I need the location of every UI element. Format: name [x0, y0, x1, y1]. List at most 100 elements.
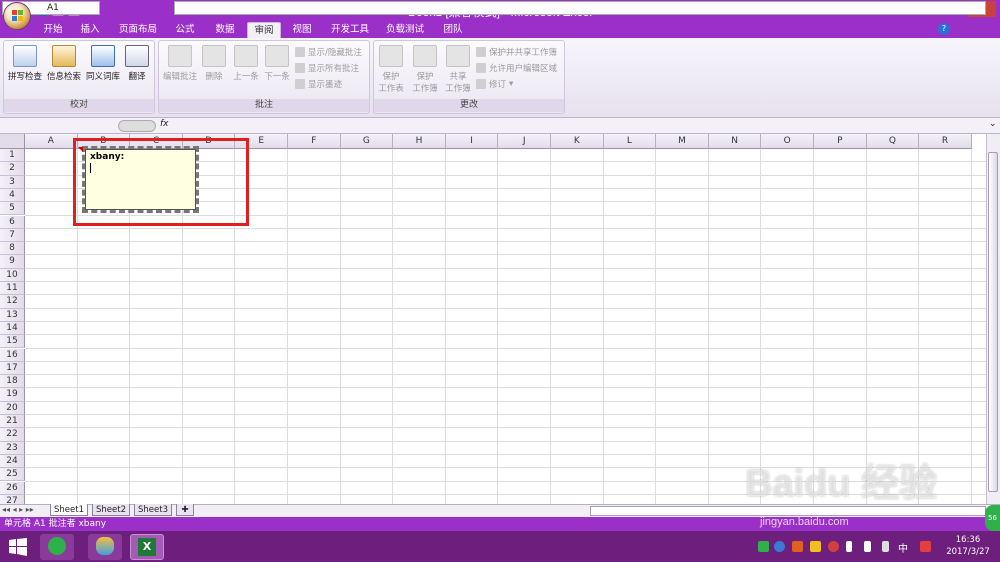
- column-header-m[interactable]: M: [656, 134, 709, 149]
- row-header-2[interactable]: 2: [0, 162, 25, 176]
- row-header-3[interactable]: 3: [0, 175, 25, 189]
- row-header-5[interactable]: 5: [0, 202, 25, 216]
- expand-formula-bar-icon[interactable]: ⌄: [989, 119, 997, 129]
- allow-edit-ranges-button[interactable]: 允许用户编辑区域: [476, 61, 557, 75]
- column-header-a[interactable]: A: [25, 134, 78, 149]
- row-header-6[interactable]: 6: [0, 215, 25, 229]
- row-header-1[interactable]: 1: [0, 149, 25, 163]
- column-header-j[interactable]: J: [498, 134, 551, 149]
- column-header-p[interactable]: P: [814, 134, 867, 149]
- row-header-26[interactable]: 26: [0, 481, 25, 495]
- fx-icon[interactable]: fx: [160, 119, 169, 129]
- spelling-label: 拼写检查: [7, 72, 42, 82]
- row-header-8[interactable]: 8: [0, 242, 25, 256]
- row-header-19[interactable]: 19: [0, 388, 25, 402]
- tab-developer[interactable]: 开发工具: [325, 22, 375, 38]
- thesaurus-button[interactable]: 同义词库: [84, 45, 122, 82]
- row-header-11[interactable]: 11: [0, 282, 25, 296]
- row-header-9[interactable]: 9: [0, 255, 25, 269]
- track-changes-button[interactable]: 修订 ▾: [476, 77, 513, 91]
- column-header-g[interactable]: G: [340, 134, 394, 149]
- column-header-k[interactable]: K: [551, 134, 604, 149]
- row-header-16[interactable]: 16: [0, 348, 25, 362]
- row-header-13[interactable]: 13: [0, 308, 25, 322]
- row-header-15[interactable]: 15: [0, 335, 25, 349]
- sheet-tab-1[interactable]: Sheet1: [50, 504, 88, 516]
- tab-data[interactable]: 数据: [206, 22, 244, 38]
- next-comment-button[interactable]: 下一条: [260, 45, 294, 82]
- tray-icon-4[interactable]: [810, 541, 821, 552]
- insert-sheet-icon[interactable]: ✚: [176, 504, 194, 516]
- row-header-23[interactable]: 23: [0, 441, 25, 455]
- tab-home[interactable]: 开始: [36, 22, 70, 38]
- row-header-14[interactable]: 14: [0, 321, 25, 336]
- taskbar-paint-icon[interactable]: [88, 534, 122, 560]
- show-all-comments-button[interactable]: 显示所有批注: [295, 61, 359, 75]
- formula-input[interactable]: [174, 1, 986, 15]
- battery-icon[interactable]: [864, 541, 871, 552]
- edit-comment-button[interactable]: 编辑批注: [161, 45, 199, 82]
- tab-view[interactable]: 视图: [285, 22, 319, 38]
- row-header-7[interactable]: 7: [0, 228, 25, 243]
- protect-workbook-button[interactable]: 保护 工作簿: [407, 45, 443, 94]
- row-header-18[interactable]: 18: [0, 375, 25, 389]
- column-header-n[interactable]: N: [708, 134, 762, 149]
- tab-insert[interactable]: 插入: [73, 22, 107, 38]
- delete-comment-button[interactable]: 删除: [197, 45, 231, 82]
- ime-indicator[interactable]: 中: [898, 540, 908, 555]
- sheet-tab-2[interactable]: Sheet2: [92, 504, 130, 516]
- tray-icon-5[interactable]: [828, 541, 839, 552]
- row-header-21[interactable]: 21: [0, 415, 25, 429]
- previous-comment-button[interactable]: 上一条: [229, 45, 263, 82]
- column-header-q[interactable]: Q: [866, 134, 920, 149]
- notification-icon[interactable]: [920, 541, 931, 552]
- show-hide-comment-button[interactable]: 显示/隐藏批注: [295, 45, 362, 59]
- sheet-tab-3[interactable]: Sheet3: [134, 504, 172, 516]
- tray-icon-3[interactable]: [792, 541, 803, 552]
- tab-team[interactable]: 团队: [436, 22, 470, 38]
- row-header-4[interactable]: 4: [0, 188, 25, 203]
- row-header-24[interactable]: 24: [0, 454, 25, 469]
- tab-formulas[interactable]: 公式: [168, 22, 202, 38]
- taskbar-excel-icon[interactable]: X: [130, 534, 164, 560]
- column-header-r[interactable]: R: [919, 134, 972, 149]
- tab-load-test[interactable]: 负载测试: [380, 22, 430, 38]
- tab-review[interactable]: 审阅: [247, 22, 281, 38]
- taskbar-browser-icon[interactable]: [40, 534, 74, 560]
- column-header-f[interactable]: F: [288, 134, 341, 149]
- translate-button[interactable]: 翻译: [120, 45, 154, 82]
- tray-icon-1[interactable]: [758, 541, 769, 552]
- formula-expand-control[interactable]: [118, 120, 156, 132]
- volume-icon[interactable]: [882, 541, 889, 552]
- row-header-10[interactable]: 10: [0, 268, 25, 282]
- row-header-22[interactable]: 22: [0, 428, 25, 442]
- row-header-17[interactable]: 17: [0, 361, 25, 376]
- column-header-o[interactable]: O: [761, 134, 814, 149]
- row-header-20[interactable]: 20: [0, 401, 25, 415]
- gridline-horizontal: [25, 241, 986, 243]
- column-header-h[interactable]: H: [393, 134, 446, 149]
- protect-sheet-button[interactable]: 保护 工作表: [374, 45, 408, 94]
- column-header-l[interactable]: L: [603, 134, 657, 149]
- spelling-button[interactable]: 拼写检查: [6, 45, 44, 82]
- side-badge-icon[interactable]: 56: [985, 505, 1000, 531]
- sheet-nav-icons[interactable]: ◂◂ ◂ ▸ ▸▸: [2, 505, 34, 514]
- vertical-scroll-thumb[interactable]: [988, 152, 998, 492]
- show-ink-button[interactable]: 显示墨迹: [295, 77, 342, 91]
- windows-start-icon[interactable]: [8, 537, 28, 557]
- proofing-group: 拼写检查 信息检索 同义词库 翻译 校对: [3, 40, 155, 114]
- research-button[interactable]: 信息检索: [45, 45, 83, 82]
- row-header-27[interactable]: 27: [0, 494, 25, 504]
- tray-icon-2[interactable]: [774, 541, 785, 552]
- system-clock[interactable]: 16:36 2017/3/27: [940, 534, 996, 558]
- help-icon[interactable]: ?: [938, 23, 950, 35]
- row-header-12[interactable]: 12: [0, 295, 25, 309]
- row-header-25[interactable]: 25: [0, 468, 25, 482]
- column-header-i[interactable]: I: [445, 134, 499, 149]
- protect-share-workbook-button[interactable]: 保护并共享工作簿: [476, 45, 557, 59]
- share-workbook-button[interactable]: 共享 工作簿: [441, 45, 475, 94]
- office-button[interactable]: [3, 2, 31, 30]
- tab-page-layout[interactable]: 页面布局: [112, 22, 164, 38]
- select-all-corner[interactable]: [0, 134, 25, 149]
- flag-icon[interactable]: [846, 541, 852, 552]
